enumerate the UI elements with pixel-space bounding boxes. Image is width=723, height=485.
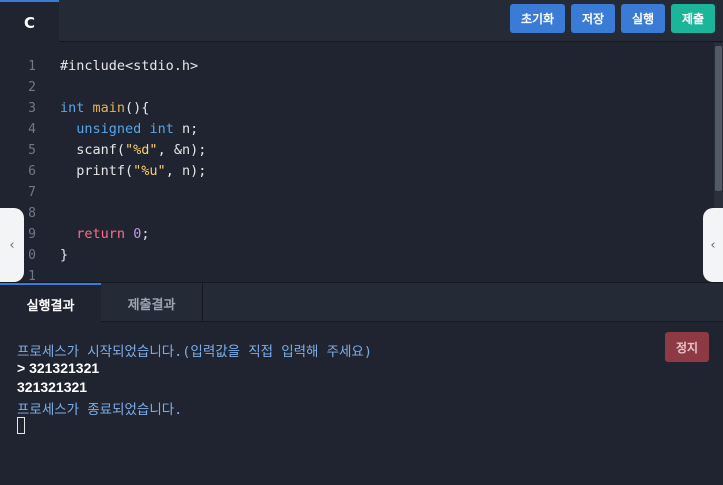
tab-run-result[interactable]: 실행결과 [0,283,101,324]
code-line: return 0; [60,226,149,242]
line-number: 4 [28,122,36,137]
code-line: #include<stdio.h> [60,58,198,74]
console-output-line: 321321321 [17,379,88,395]
code-token: int [60,100,85,116]
code-line: printf("%u", n); [60,163,206,179]
tab-submit-result[interactable]: 제출결과 [101,283,203,323]
stop-button[interactable]: 정지 [665,332,709,362]
code-token: (){ [125,100,150,116]
code-token: "%d" [125,142,158,158]
save-button[interactable]: 저장 [571,4,615,33]
output-tab-bar: 실행결과 제출결과 [0,282,723,324]
code-token: main [92,100,126,116]
code-line: int main(){ [60,100,149,116]
reset-button[interactable]: 초기화 [510,4,565,33]
submit-button[interactable]: 제출 [671,4,715,33]
action-button-group: 초기화 저장 실행 제출 [510,4,715,37]
code-editor[interactable]: 1 2 3 4 5 6 7 8 9 0 1 #include<stdio.h> … [0,43,723,282]
code-token: unsigned [76,121,142,137]
code-token: scanf( [76,142,126,158]
chevron-left-icon: ‹ [710,237,716,253]
line-number: 1 [28,59,36,74]
editor-toolbar: C 초기화 저장 실행 제출 [0,0,723,43]
code-token: , n); [165,163,207,179]
code-token: , &n); [157,142,207,158]
code-token: printf( [76,163,134,179]
code-token: } [60,247,69,263]
scrollbar-thumb[interactable] [715,46,722,191]
console-end-message: 프로세스가 종료되었습니다. [17,402,183,418]
line-number: 5 [28,143,36,158]
code-line: } [60,247,68,263]
tab-language[interactable]: C [0,0,59,43]
code-token: int [149,121,174,137]
console-input-line: > 321321321 [17,360,100,376]
code-line: scanf("%d", &n); [60,142,206,158]
output-console[interactable]: 프로세스가 시작되었습니다.(입력값을 직접 입력해 주세요) > 321321… [0,322,723,485]
code-token: #include<stdio.h> [60,58,199,74]
code-line: unsigned int n; [60,121,198,137]
console-start-message: 프로세스가 시작되었습니다.(입력값을 직접 입력해 주세요) [17,344,372,360]
code-token: n; [173,121,199,137]
line-number: 2 [28,80,36,95]
line-number: 7 [28,185,36,200]
collapse-right-button[interactable]: ‹ [703,208,723,282]
code-token: ; [141,226,150,242]
code-token: return [76,226,126,242]
chevron-left-icon: ‹ [9,237,15,253]
run-button[interactable]: 실행 [621,4,665,33]
line-number: 6 [28,164,36,179]
collapse-left-button[interactable]: ‹ [0,208,24,282]
text-cursor [17,417,25,434]
line-number: 3 [28,101,36,116]
code-token: "%u" [133,163,166,179]
